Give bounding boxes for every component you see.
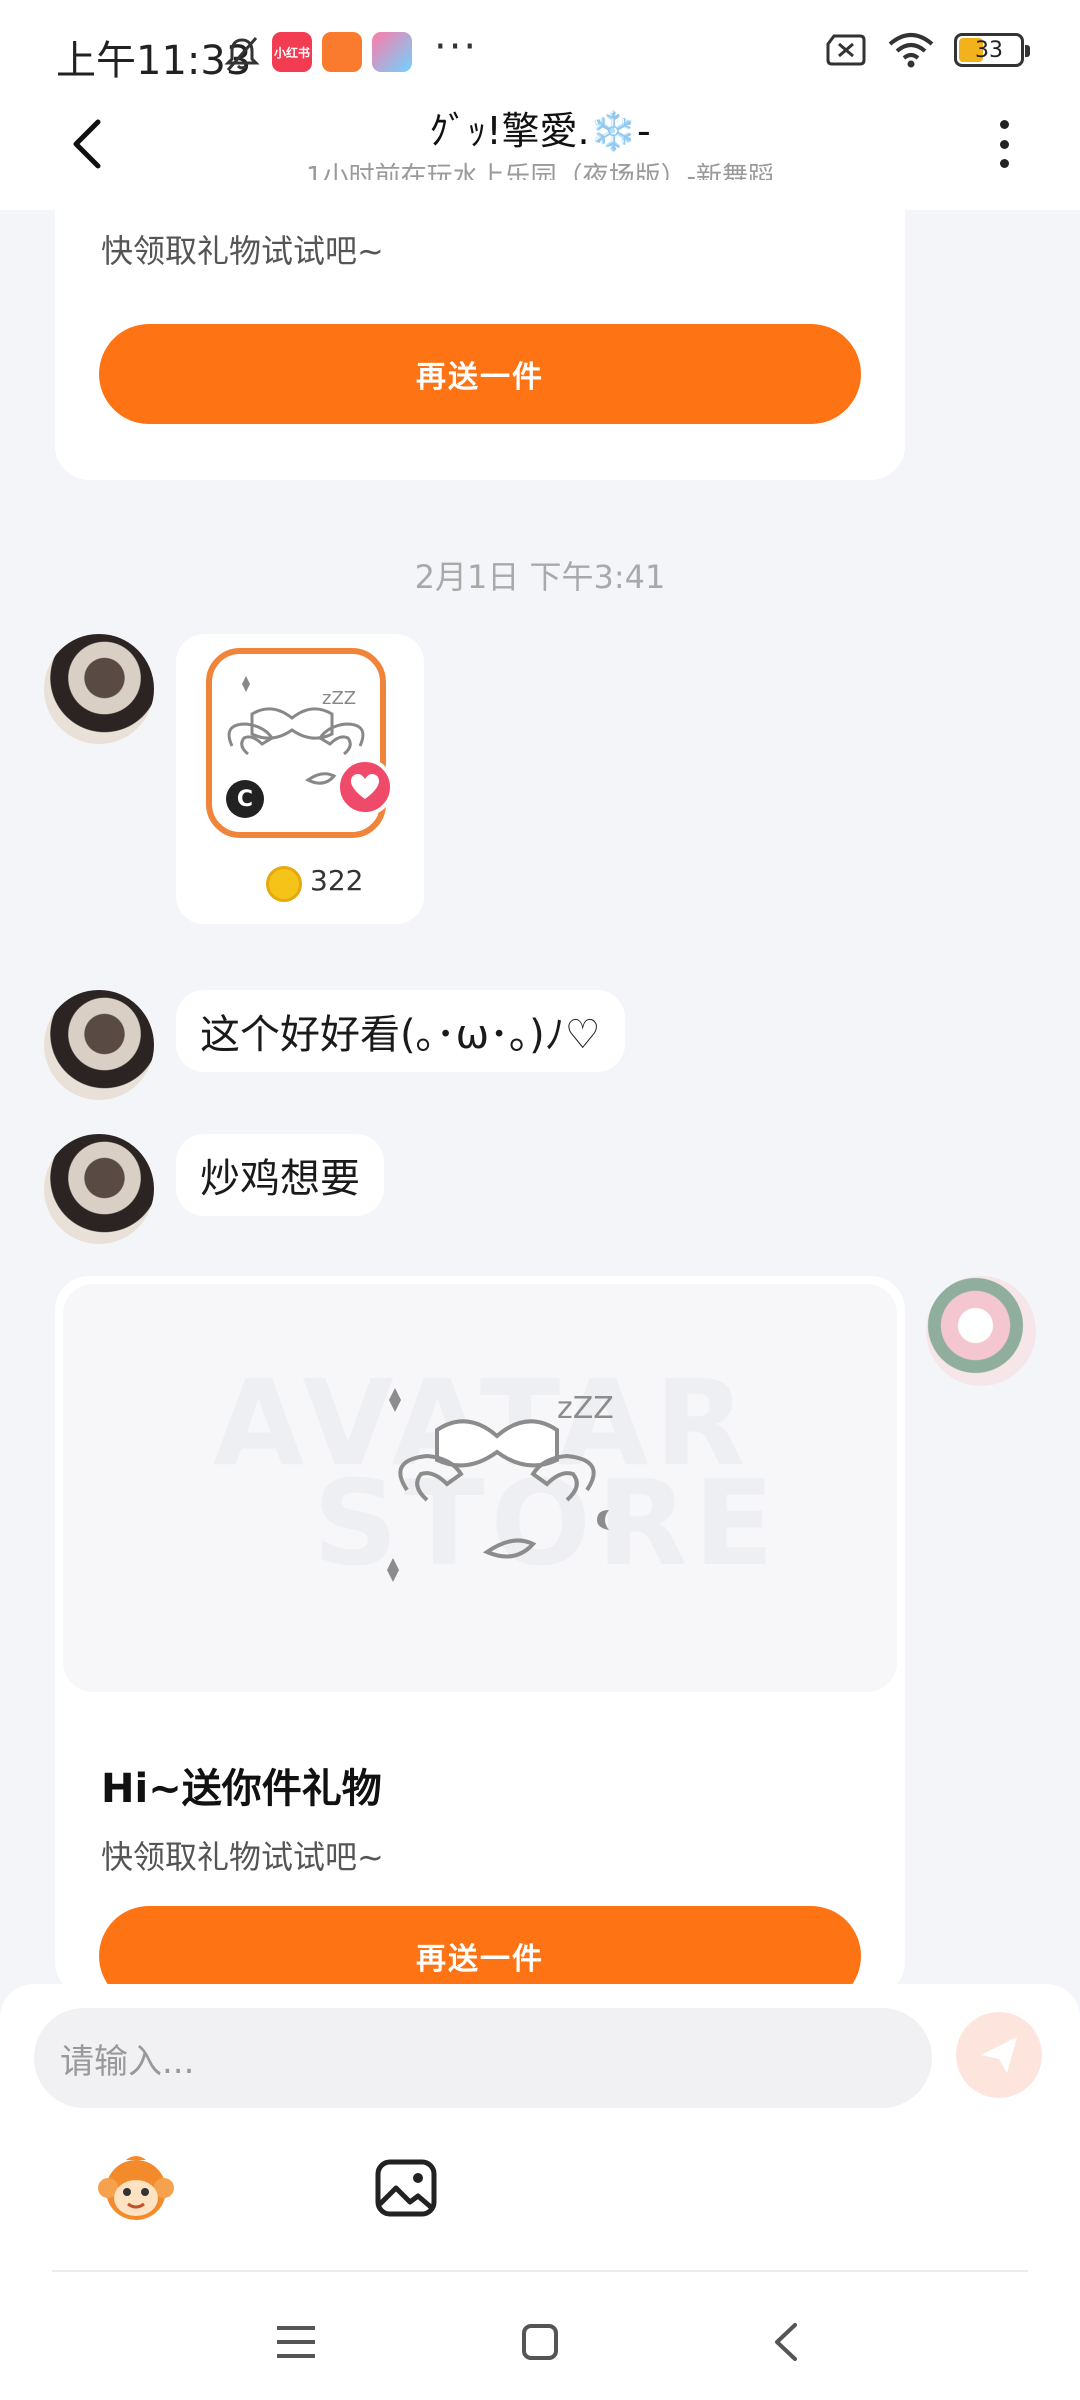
game-app-icon xyxy=(372,32,412,72)
message-timestamp: 2月1日 下午3:41 xyxy=(414,558,666,596)
gift-item-image: zZZ C xyxy=(206,648,394,838)
more-dot-icon xyxy=(999,139,1009,149)
svg-text:zZZ: zZZ xyxy=(322,688,356,709)
bow-accessory-icon: zZZ xyxy=(387,1388,614,1582)
wifi-icon xyxy=(888,33,934,68)
avatar-sticker-button[interactable] xyxy=(94,2146,178,2230)
coin-icon xyxy=(266,866,302,902)
gift-item-message[interactable]: zZZ C 322 xyxy=(176,634,424,924)
contact-avatar[interactable] xyxy=(44,1134,154,1244)
monkey-mascot-icon xyxy=(98,2156,174,2220)
text-message: 炒鸡想要 xyxy=(176,1134,384,1216)
message-composer: 请输入... xyxy=(0,1984,1080,2400)
gift-card-previous: 快领取礼物试试吧~ 再送一件 xyxy=(55,180,905,480)
more-dot-icon xyxy=(999,159,1009,168)
mute-bell-icon xyxy=(224,37,260,71)
svg-text:zZZ: zZZ xyxy=(557,1391,614,1426)
battery-icon: 33 xyxy=(954,33,1030,67)
message-input[interactable]: 请输入... xyxy=(34,2008,932,2108)
contact-name: ｸﾞｯ!擎愛.❄️- xyxy=(429,109,651,153)
system-nav-bar xyxy=(0,2284,1080,2400)
send-icon xyxy=(981,2037,1017,2073)
menu-icon xyxy=(277,2326,315,2358)
divider xyxy=(52,2270,1028,2272)
more-dot-icon xyxy=(999,120,1009,129)
status-bar: 上午11:33 小红书 ··· 33 xyxy=(0,0,1080,100)
xiaohongshu-app-icon: 小红书 xyxy=(272,32,312,72)
image-picker-button[interactable] xyxy=(364,2146,448,2230)
kuaishou-app-icon xyxy=(322,32,362,72)
image-icon xyxy=(375,2159,437,2217)
system-back-button[interactable] xyxy=(756,2312,816,2372)
gift-card-title: Hi~送你件礼物 xyxy=(101,1766,382,1812)
gift-card-subtitle: 快领取礼物试试吧~ xyxy=(101,232,384,270)
contact-avatar[interactable] xyxy=(44,634,154,744)
gift-card-subtitle: 快领取礼物试试吧~ xyxy=(101,1838,384,1876)
text-message: 这个好好看(｡･ω･｡)ﾉ♡ xyxy=(176,990,625,1072)
heart-icon[interactable] xyxy=(336,758,394,816)
send-again-button[interactable]: 再送一件 xyxy=(99,324,861,424)
no-sim-icon xyxy=(826,34,866,66)
back-chevron-icon xyxy=(775,2323,797,2361)
home-button[interactable] xyxy=(510,2312,570,2372)
send-button[interactable] xyxy=(956,2012,1042,2098)
contact-avatar[interactable] xyxy=(44,990,154,1100)
gift-preview-image: AVATAR STORE zZZ xyxy=(63,1284,897,1692)
home-square-icon xyxy=(522,2324,558,2360)
more-notifications-icon: ··· xyxy=(434,24,479,70)
recent-apps-button[interactable] xyxy=(266,2312,326,2372)
more-options-button[interactable] xyxy=(984,114,1024,174)
gift-price: 322 xyxy=(310,864,364,897)
gift-card[interactable]: AVATAR STORE zZZ Hi~送你件礼物 快领取礼物试试吧~ 再送一件 xyxy=(55,1276,905,2006)
my-avatar[interactable] xyxy=(926,1276,1036,1386)
creator-badge-icon: C xyxy=(226,780,264,818)
